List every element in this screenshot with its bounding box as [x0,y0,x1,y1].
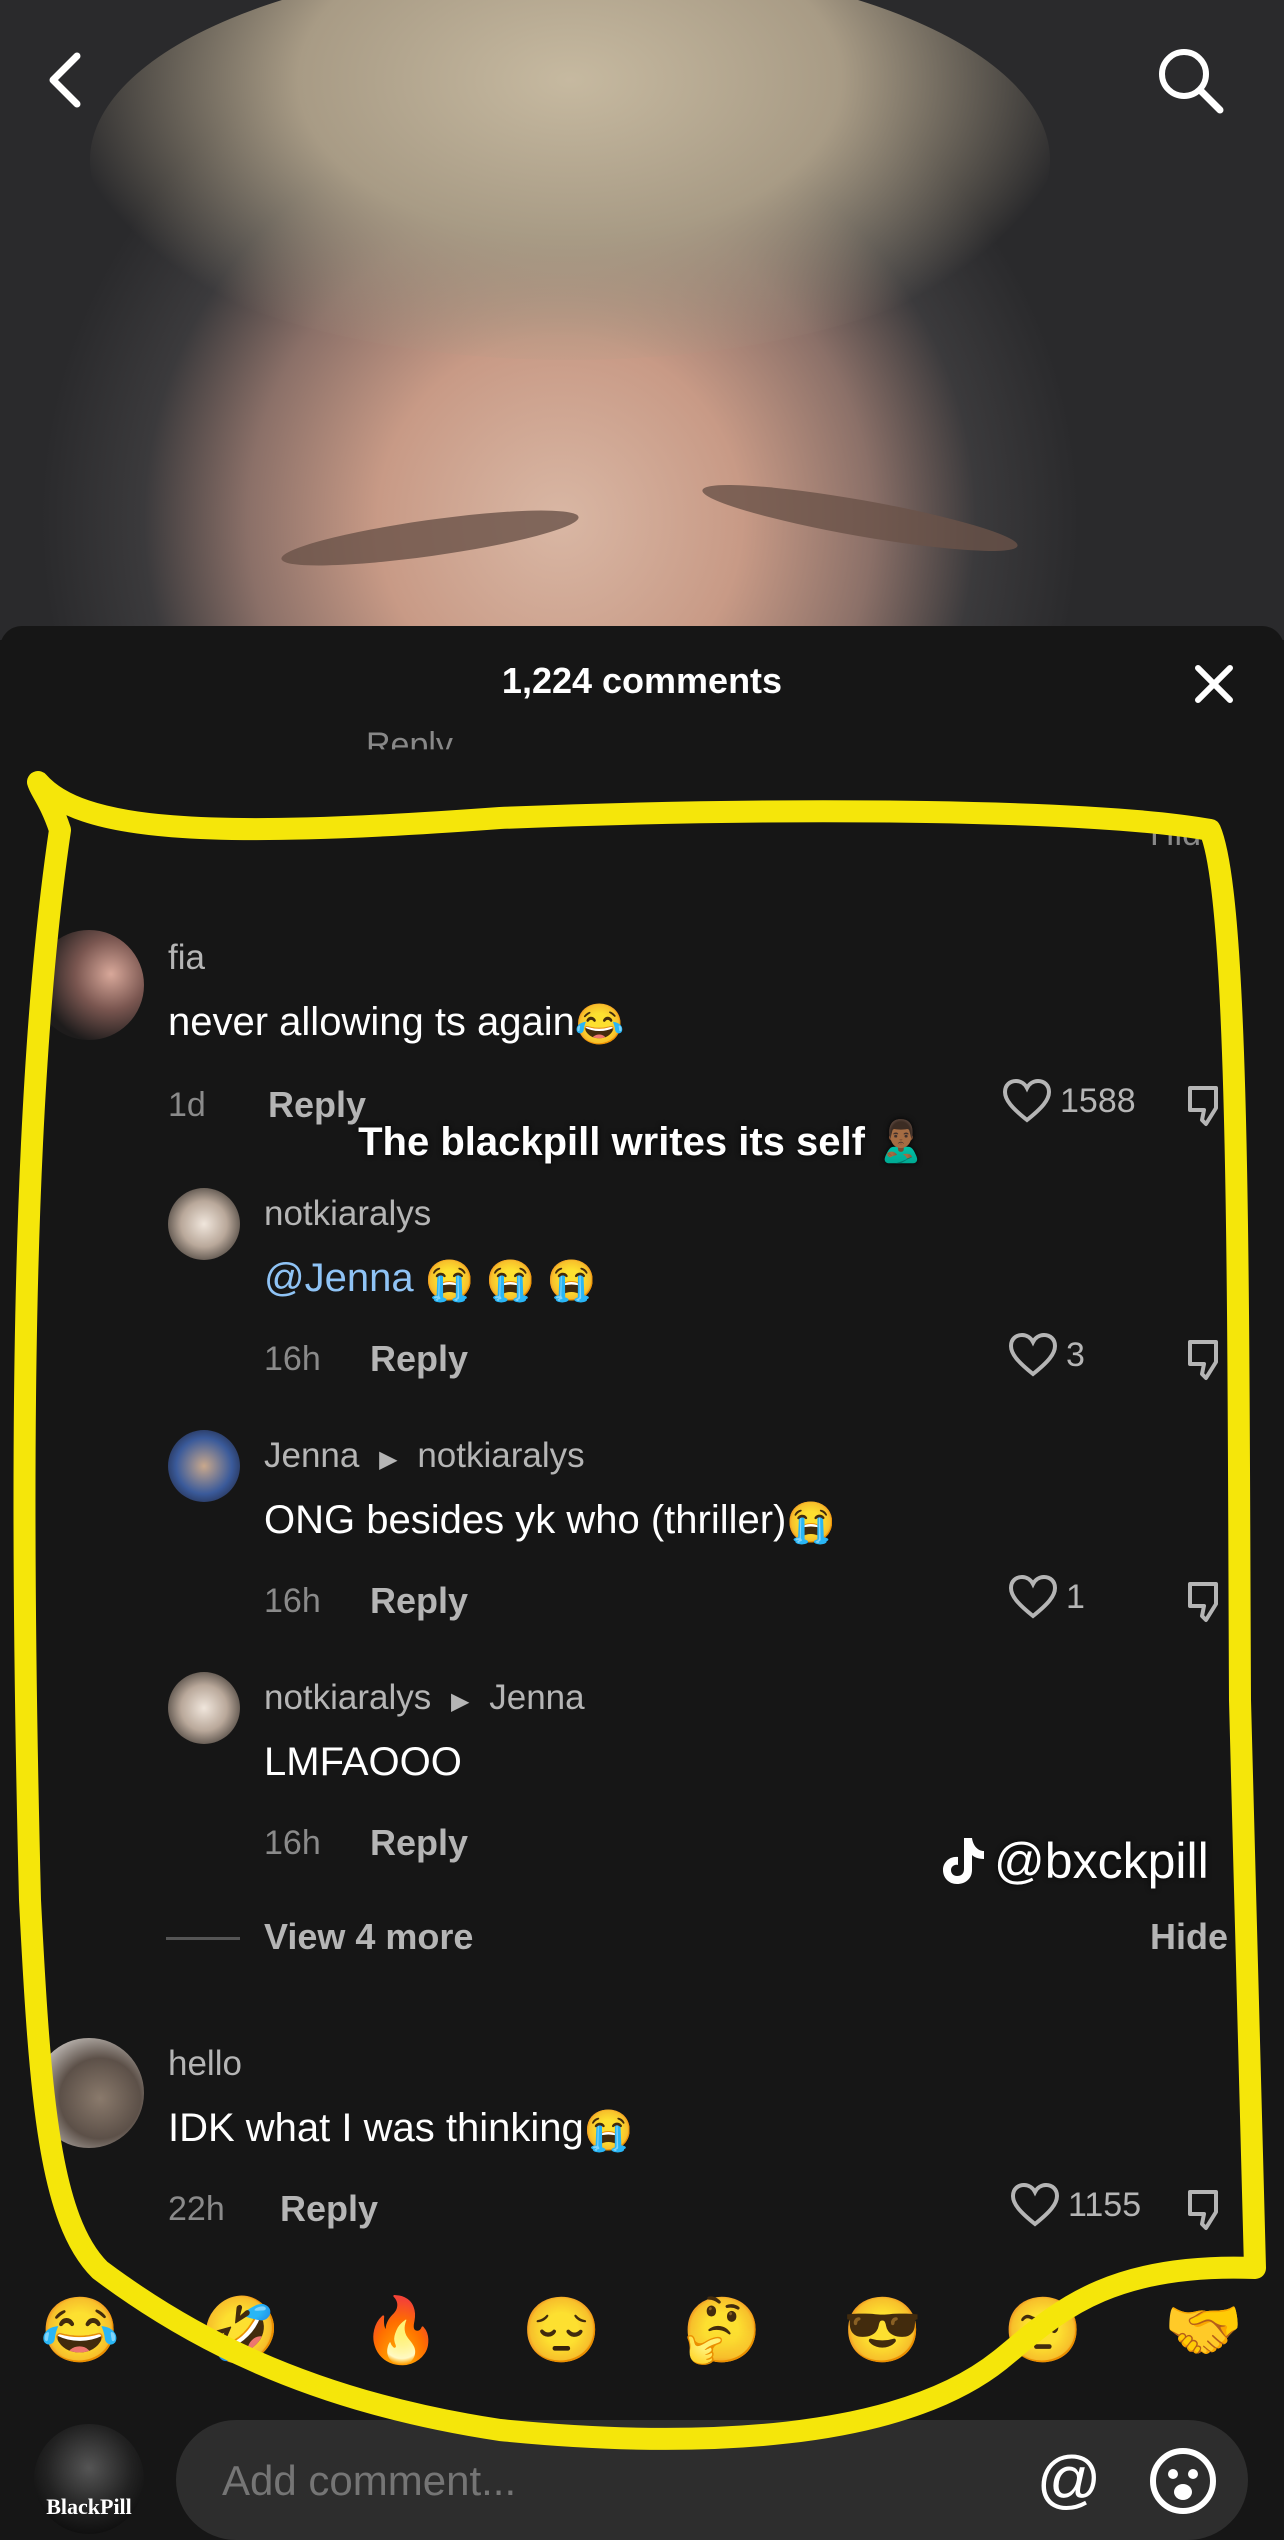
reaction-laughing-icon[interactable]: 😂 [38,2293,122,2377]
video-subject-hair [90,0,1050,360]
avatar-text: BlackPill [46,2494,132,2519]
video-subject-brow-right [699,472,1021,564]
comment-time: 16h [264,1340,321,1378]
reply-to-name[interactable]: Jenna [489,1678,584,1717]
comment-body: never allowing ts again [168,1000,575,1044]
like-count: 1 [1066,1577,1085,1616]
tiktok-logo-icon [943,1838,984,1884]
comment-body: ONG besides yk who (thriller) [264,1498,787,1542]
comment-username: Jenna ▶ notkiaralys [264,1436,585,1476]
crying-emoji-icon: 😭 [786,1500,837,1545]
comment-body: IDK what I was thinking [168,2106,584,2150]
like-count: 3 [1066,1335,1085,1374]
comments-count-title: 1,224 comments [501,660,783,701]
comment-text: ONG besides yk who (thriller)😭 [264,1498,836,1546]
back-button[interactable] [30,40,100,120]
emoji-reaction-bar: 😂 🤣 🔥 😔 🤔 😎 🤨 🤝 [0,2290,1284,2380]
avatar[interactable] [34,2038,144,2148]
current-user-avatar[interactable]: BlackPill [34,2424,144,2534]
avatar[interactable] [168,1188,240,1260]
comment-text: never allowing ts again😂 [168,1000,625,1048]
heart-icon [1010,2182,1060,2227]
hide-replies-button[interactable]: Hide [1150,1916,1228,1958]
dislike-icon[interactable] [1186,2186,1232,2232]
like-button[interactable]: 3 [1008,1332,1085,1378]
reaction-pensive-icon[interactable]: 😔 [520,2293,604,2377]
video-frame[interactable] [0,0,1284,640]
reaction-thinking-icon[interactable]: 🤔 [680,2293,764,2377]
crying-emoji-icon: 😭 [583,2108,634,2153]
reply-arrow-icon: ▶ [379,1446,398,1473]
comment-time: 22h [168,2190,225,2228]
close-button[interactable] [1184,654,1244,714]
chevron-left-icon [49,52,81,108]
reply-button[interactable]: Reply [370,1580,468,1622]
emoji-picker-icon[interactable] [1148,2446,1218,2516]
reaction-handshake-icon[interactable]: 🤝 [1162,2293,1246,2377]
reply-button[interactable]: Reply [280,2188,378,2230]
search-icon [1159,49,1224,114]
peek-hide-link[interactable]: Hide [1150,815,1220,854]
reply-button[interactable]: Reply [370,1338,468,1380]
mention-link[interactable]: @Jenna [264,1256,414,1300]
comment-text: @Jenna 😭 😭 😭 [264,1256,596,1304]
laughing-emoji-icon: 😂 [574,1002,625,1047]
author-name[interactable]: Jenna [264,1436,359,1475]
like-button[interactable]: 1 [1008,1574,1085,1620]
view-more-replies-button[interactable]: View 4 more [264,1916,473,1958]
comment-time: 16h [264,1582,321,1620]
avatar[interactable] [168,1430,240,1502]
dislike-icon[interactable] [1186,1336,1232,1382]
comments-sheet [0,626,1284,2529]
comment-username[interactable]: hello [168,2044,242,2084]
comment-text: LMFAOOO [264,1740,462,1784]
avatar[interactable] [34,930,144,1040]
crying-emoji-icon: 😭 😭 😭 [424,1258,597,1303]
reply-arrow-icon: ▶ [451,1688,470,1715]
at-sign-icon: @ [1036,2443,1102,2515]
comment-time: 16h [264,1824,321,1862]
like-button[interactable]: 1155 [1010,2182,1141,2228]
reply-to-name[interactable]: notkiaralys [417,1436,584,1475]
close-icon [1195,665,1233,703]
comment-username[interactable]: notkiaralys [264,1194,431,1234]
dislike-icon[interactable] [1186,1578,1232,1624]
heart-icon [1008,1574,1058,1619]
heart-icon [1008,1332,1058,1377]
avatar[interactable] [168,1672,240,1744]
video-subject-brow-left [278,499,582,577]
tiktok-watermark: @bxckpill [940,1832,1209,1890]
reaction-rofl-icon[interactable]: 🤣 [199,2293,283,2377]
reaction-fire-icon[interactable]: 🔥 [359,2293,443,2377]
like-count: 1588 [1060,1081,1136,1120]
comment-username[interactable]: fia [168,938,205,978]
view-more-divider [166,1937,240,1940]
author-name[interactable]: notkiaralys [264,1678,431,1717]
comment-username: notkiaralys ▶ Jenna [264,1678,585,1718]
comment-composer: @ [176,2420,1248,2540]
reaction-raised-eyebrow-icon[interactable]: 🤨 [1001,2293,1085,2377]
search-button[interactable] [1150,40,1230,120]
reaction-sunglasses-icon[interactable]: 😎 [841,2293,925,2377]
add-comment-input[interactable] [220,2456,924,2506]
reply-button[interactable]: Reply [370,1822,468,1864]
watermark-handle: @bxckpill [994,1833,1209,1889]
overlay-caption: The blackpill writes its self 🙎🏾‍♂️ [358,1120,926,1164]
comment-text: IDK what I was thinking😭 [168,2106,634,2154]
mention-button[interactable]: @ [1034,2443,1104,2515]
like-count: 1155 [1068,2185,1142,2224]
